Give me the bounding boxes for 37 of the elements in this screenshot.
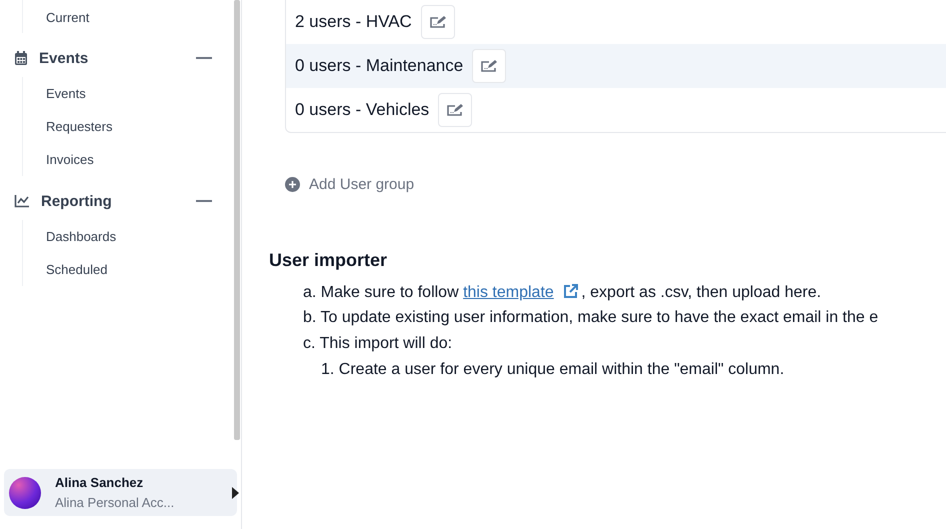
scrollbar-thumb[interactable] bbox=[234, 0, 240, 440]
calendar-icon bbox=[14, 50, 28, 66]
template-link[interactable]: this template bbox=[463, 284, 554, 300]
account-subtitle: Alina Personal Acc... bbox=[55, 495, 174, 510]
account-switcher[interactable]: Alina Sanchez Alina Personal Acc... bbox=[4, 469, 237, 516]
plus-circle-icon bbox=[285, 177, 300, 192]
edit-button[interactable] bbox=[420, 5, 455, 39]
list-item: b. To update existing user information, make sure to have the exact email in the e bbox=[303, 309, 878, 327]
avatar bbox=[9, 476, 41, 508]
user-group-row[interactable]: 0 users - Vehicles bbox=[286, 88, 946, 132]
edit-icon bbox=[480, 59, 498, 73]
user-group-label: 0 users - Vehicles bbox=[295, 100, 430, 120]
sidebar-item[interactable]: Events bbox=[46, 77, 232, 110]
add-user-group-button[interactable]: Add User group bbox=[285, 176, 414, 193]
list-item: c. This import will do: bbox=[303, 335, 452, 353]
line-chart-icon bbox=[14, 194, 30, 208]
sidebar-item[interactable]: Dashboards bbox=[46, 220, 232, 253]
edit-icon bbox=[446, 103, 464, 117]
user-group-row[interactable]: 2 users - HVAC bbox=[286, 0, 946, 44]
list-item: a. Make sure to follow this template , export as .csv, then upload here. bbox=[303, 282, 822, 302]
edit-icon bbox=[428, 15, 447, 29]
edit-button[interactable] bbox=[438, 93, 472, 127]
account-name: Alina Sanchez bbox=[55, 475, 144, 490]
edit-button[interactable] bbox=[472, 49, 506, 83]
sidebar-item[interactable]: Scheduled bbox=[46, 253, 232, 286]
sidebar-item[interactable]: Invoices bbox=[46, 143, 232, 176]
user-group-label: 2 users - HVAC bbox=[295, 12, 412, 32]
caret-icon[interactable] bbox=[232, 487, 239, 499]
user-group-row[interactable]: 0 users - Maintenance bbox=[286, 44, 946, 88]
user-group-label: 0 users - Maintenance bbox=[295, 56, 464, 76]
sidebar-item[interactable]: Requesters bbox=[46, 110, 232, 143]
list-item: 1. Create a user for every unique email within the "email" column. bbox=[321, 361, 784, 379]
external-link-icon[interactable] bbox=[562, 282, 580, 300]
section-header[interactable]: Reporting bbox=[41, 192, 196, 210]
sidebar-item[interactable]: Current bbox=[46, 2, 232, 33]
section-title: User importer bbox=[269, 250, 388, 271]
section-header[interactable]: Events bbox=[39, 50, 196, 66]
